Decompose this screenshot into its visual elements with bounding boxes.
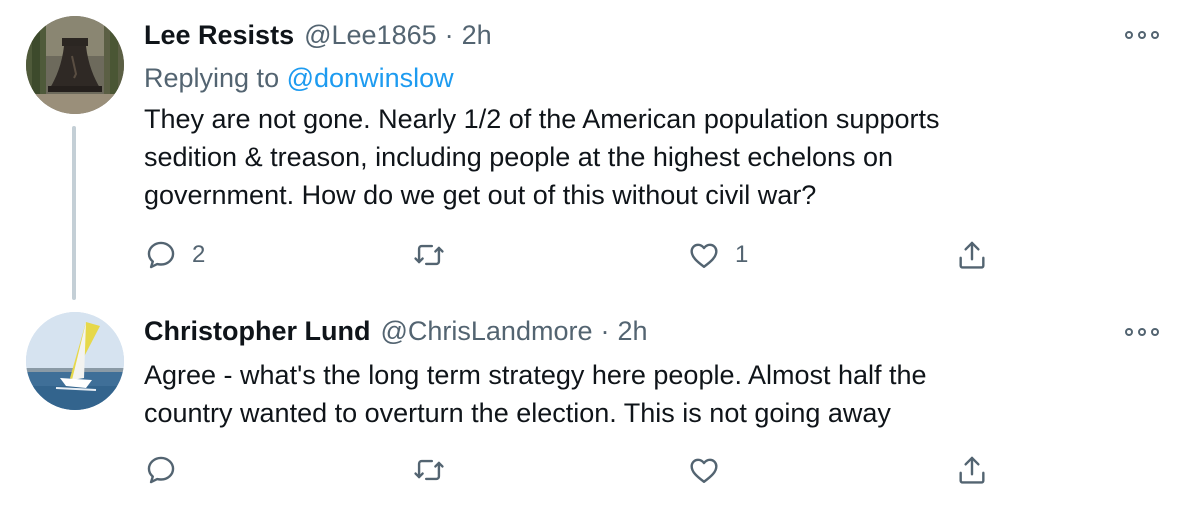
sailboat-avatar-icon <box>26 312 124 410</box>
separator-dot: · <box>444 19 454 50</box>
reply-icon <box>147 456 175 484</box>
replying-to-label: Replying to <box>144 63 280 93</box>
liberty-bell-avatar-icon <box>26 16 124 114</box>
share-button[interactable] <box>955 235 989 275</box>
like-count: 1 <box>735 241 749 268</box>
tweet-actions <box>0 450 1188 490</box>
display-name[interactable]: Christopher Lund <box>144 316 370 347</box>
timestamp[interactable]: 2h <box>462 20 492 51</box>
mention-link[interactable]: @donwinslow <box>287 63 454 93</box>
tweet-text: They are not gone. Nearly 1/2 of the Ame… <box>144 104 940 210</box>
dot <box>1138 31 1146 39</box>
dot <box>1138 328 1146 336</box>
heart-icon <box>690 243 718 268</box>
user-handle[interactable]: @ChrisLandmore <box>380 316 592 347</box>
heart-icon <box>690 458 718 483</box>
retweet-icon <box>414 459 444 481</box>
dot <box>1151 31 1159 39</box>
avatar[interactable] <box>26 16 124 114</box>
share-button[interactable] <box>955 450 989 490</box>
separator-dot: · <box>600 315 610 346</box>
retweet-icon <box>414 244 444 266</box>
tweet-actions: 2 1 <box>0 235 1188 275</box>
tweet-christopher-lund[interactable]: Christopher Lund @ChrisLandmore · 2h Agr… <box>0 300 1188 506</box>
avatar[interactable] <box>26 312 124 410</box>
reply-button[interactable] <box>144 450 192 490</box>
tweet-header: Lee Resists @Lee1865 · 2h <box>144 15 492 55</box>
user-handle[interactable]: @Lee1865 <box>304 20 437 51</box>
like-button[interactable] <box>687 450 735 490</box>
dot <box>1151 328 1159 336</box>
tweet-header: Christopher Lund @ChrisLandmore · 2h <box>144 311 648 351</box>
more-options-icon[interactable] <box>1125 324 1159 340</box>
reply-count: 2 <box>192 241 206 268</box>
share-icon <box>959 241 985 269</box>
dot <box>1125 328 1133 336</box>
replying-to-line: Replying to @donwinslow <box>144 58 454 98</box>
dot <box>1125 31 1133 39</box>
conversation-thread: Lee Resists @Lee1865 · 2h Replying to @d… <box>0 0 1188 506</box>
tweet-text: Agree - what's the long term strategy he… <box>144 360 927 428</box>
display-name[interactable]: Lee Resists <box>144 20 294 51</box>
reply-button[interactable]: 2 <box>144 235 205 275</box>
timestamp[interactable]: 2h <box>617 316 647 347</box>
reply-icon <box>147 241 175 269</box>
tweet-lee-resists[interactable]: Lee Resists @Lee1865 · 2h Replying to @d… <box>0 0 1188 300</box>
retweet-button[interactable] <box>412 450 460 490</box>
like-button[interactable]: 1 <box>687 235 748 275</box>
share-icon <box>959 456 985 484</box>
more-options-icon[interactable] <box>1125 27 1159 43</box>
retweet-button[interactable] <box>412 235 460 275</box>
